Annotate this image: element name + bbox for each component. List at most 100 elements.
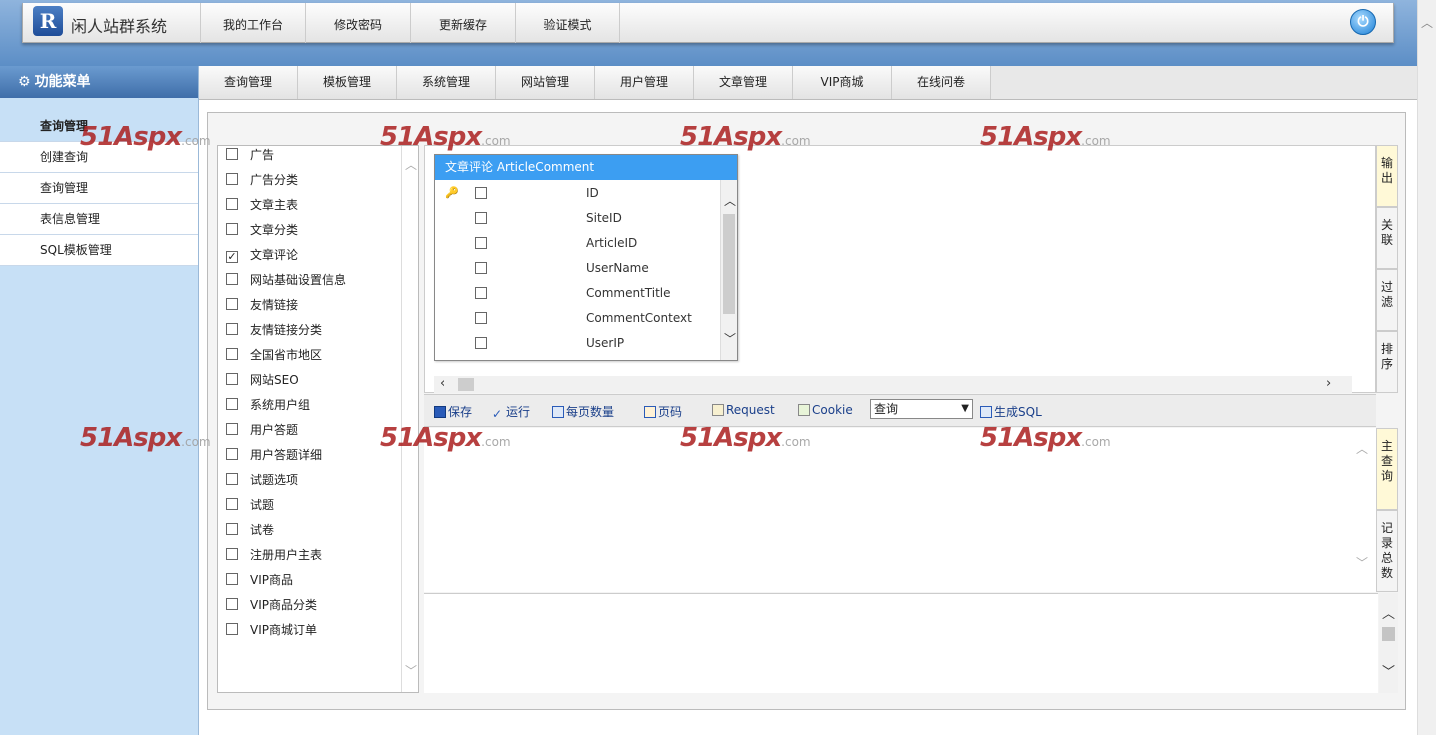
table-checkbox[interactable]	[226, 598, 238, 610]
side-tab-sort[interactable]: 排序	[1376, 331, 1398, 393]
table-list-item[interactable]: 网站基础设置信息	[226, 270, 346, 290]
query-type-select[interactable]: 查询 ▼	[870, 399, 973, 419]
entity-field-row[interactable]: UserName	[435, 258, 720, 278]
table-checkbox[interactable]	[226, 573, 238, 585]
field-checkbox[interactable]	[475, 287, 487, 299]
table-checkbox[interactable]	[226, 198, 238, 210]
entity-field-row[interactable]: CommentTitle	[435, 283, 720, 303]
field-checkbox[interactable]	[475, 187, 487, 199]
tab-query[interactable]: 查询管理	[199, 66, 298, 99]
side-tab-main-query[interactable]: 主查询	[1376, 428, 1398, 510]
table-list-item[interactable]: 广告	[226, 145, 274, 165]
power-icon[interactable]: ⏻	[1350, 9, 1376, 35]
field-checkbox[interactable]	[475, 212, 487, 224]
table-list-item[interactable]: 注册用户主表	[226, 545, 322, 565]
chevron-up-icon[interactable]: ︿	[405, 156, 417, 173]
table-list-scrollbar[interactable]: ︿ ﹀	[401, 146, 418, 692]
designer-hscrollbar[interactable]: ‹ ›	[434, 376, 1352, 393]
sidebar-item-query-manage[interactable]: 查询管理	[0, 173, 198, 204]
table-checkbox[interactable]	[226, 373, 238, 385]
table-checkbox[interactable]: ✓	[226, 251, 238, 263]
chevron-down-icon[interactable]: ﹀	[1382, 661, 1395, 680]
scroll-thumb[interactable]	[1382, 627, 1395, 641]
table-checkbox[interactable]	[226, 448, 238, 460]
chevron-up-icon[interactable]: ︿	[724, 192, 736, 209]
chevron-down-icon[interactable]: ﹀	[405, 662, 417, 679]
chevron-down-icon[interactable]: ﹀	[724, 330, 736, 347]
side-tab-output[interactable]: 输出	[1376, 145, 1398, 207]
request-button[interactable]: Request	[712, 403, 775, 417]
table-list-item[interactable]: VIP商品	[226, 570, 293, 590]
topnav-verify-mode[interactable]: 验证模式	[515, 3, 620, 43]
table-checkbox[interactable]	[226, 223, 238, 235]
chevron-up-icon[interactable]: ︿	[1356, 440, 1368, 457]
table-checkbox[interactable]	[226, 398, 238, 410]
tab-survey[interactable]: 在线问卷	[892, 66, 991, 99]
save-button[interactable]: 保存	[434, 403, 472, 420]
tab-template[interactable]: 模板管理	[298, 66, 397, 99]
table-list-item[interactable]: 全国省市地区	[226, 345, 322, 365]
chevron-right-icon[interactable]: ›	[1326, 376, 1331, 391]
table-checkbox[interactable]	[226, 173, 238, 185]
tab-website[interactable]: 网站管理	[496, 66, 595, 99]
table-checkbox[interactable]	[226, 148, 238, 160]
page-scrollbar[interactable]: ︿	[1417, 0, 1436, 735]
table-checkbox[interactable]	[226, 298, 238, 310]
field-checkbox[interactable]	[475, 312, 487, 324]
tab-article[interactable]: 文章管理	[694, 66, 793, 99]
chevron-up-icon[interactable]: ︿	[1382, 603, 1395, 622]
scroll-thumb[interactable]	[458, 378, 474, 391]
table-checkbox[interactable]	[226, 523, 238, 535]
table-list-item[interactable]: 友情链接分类	[226, 320, 322, 340]
table-list-item[interactable]: 文章分类	[226, 220, 298, 240]
table-checkbox[interactable]	[226, 498, 238, 510]
table-checkbox[interactable]	[226, 348, 238, 360]
tab-user[interactable]: 用户管理	[595, 66, 694, 99]
chevron-down-icon[interactable]: ﹀	[1356, 554, 1368, 571]
table-list-item[interactable]: 试题	[226, 495, 274, 515]
side-tab-record-count[interactable]: 记录总数	[1376, 510, 1398, 592]
table-list-item[interactable]: VIP商品分类	[226, 595, 317, 615]
run-button[interactable]: ✓ 运行	[492, 403, 530, 420]
table-list-item[interactable]: VIP商城订单	[226, 620, 317, 640]
scroll-thumb[interactable]	[723, 214, 735, 314]
sidebar-item-table-info[interactable]: 表信息管理	[0, 204, 198, 235]
table-checkbox[interactable]	[226, 323, 238, 335]
table-checkbox[interactable]	[226, 548, 238, 560]
chevron-left-icon[interactable]: ‹	[440, 376, 445, 391]
table-list-item[interactable]: 试题选项	[226, 470, 298, 490]
table-list-item[interactable]: 系统用户组	[226, 395, 310, 415]
table-checkbox[interactable]	[226, 273, 238, 285]
table-list-item[interactable]: 友情链接	[226, 295, 298, 315]
table-checkbox[interactable]	[226, 473, 238, 485]
generate-sql-button[interactable]: 生成SQL	[980, 403, 1042, 420]
table-list-item[interactable]: 用户答题详细	[226, 445, 322, 465]
sql-editor[interactable]	[424, 428, 1376, 592]
entity-field-row[interactable]: ArticleID	[435, 233, 720, 253]
entity-field-row[interactable]: SiteID	[435, 208, 720, 228]
field-checkbox[interactable]	[475, 337, 487, 349]
topnav-change-password[interactable]: 修改密码	[305, 3, 410, 43]
side-tab-filter[interactable]: 过滤	[1376, 269, 1398, 331]
entity-scrollbar[interactable]: ︿ ﹀	[720, 180, 737, 360]
page-no-button[interactable]: 页码	[644, 403, 682, 420]
table-checkbox[interactable]	[226, 623, 238, 635]
topnav-workbench[interactable]: 我的工作台	[200, 3, 305, 43]
topnav-update-cache[interactable]: 更新缓存	[410, 3, 515, 43]
tab-vip-mall[interactable]: VIP商城	[793, 66, 892, 99]
entity-field-row[interactable]: UserIP	[435, 333, 720, 353]
entity-field-row[interactable]: CommentContext	[435, 308, 720, 328]
table-list-item[interactable]: ✓ 文章评论	[226, 245, 298, 265]
field-checkbox[interactable]	[475, 237, 487, 249]
table-list-item[interactable]: 文章主表	[226, 195, 298, 215]
table-list-item[interactable]: 试卷	[226, 520, 274, 540]
entity-box[interactable]: 文章评论 ArticleComment 🔑 ID SiteID ArticleID Us…	[434, 154, 738, 361]
field-checkbox[interactable]	[475, 262, 487, 274]
table-checkbox[interactable]	[226, 423, 238, 435]
side-tab-relation[interactable]: 关联	[1376, 207, 1398, 269]
scroll-up-icon[interactable]: ︿	[1418, 14, 1436, 31]
sidebar-item-sql-template[interactable]: SQL模板管理	[0, 235, 198, 266]
editor-scrollbar[interactable]: ︿ ﹀	[1352, 430, 1370, 585]
tab-system[interactable]: 系统管理	[397, 66, 496, 99]
table-list-item[interactable]: 广告分类	[226, 170, 298, 190]
